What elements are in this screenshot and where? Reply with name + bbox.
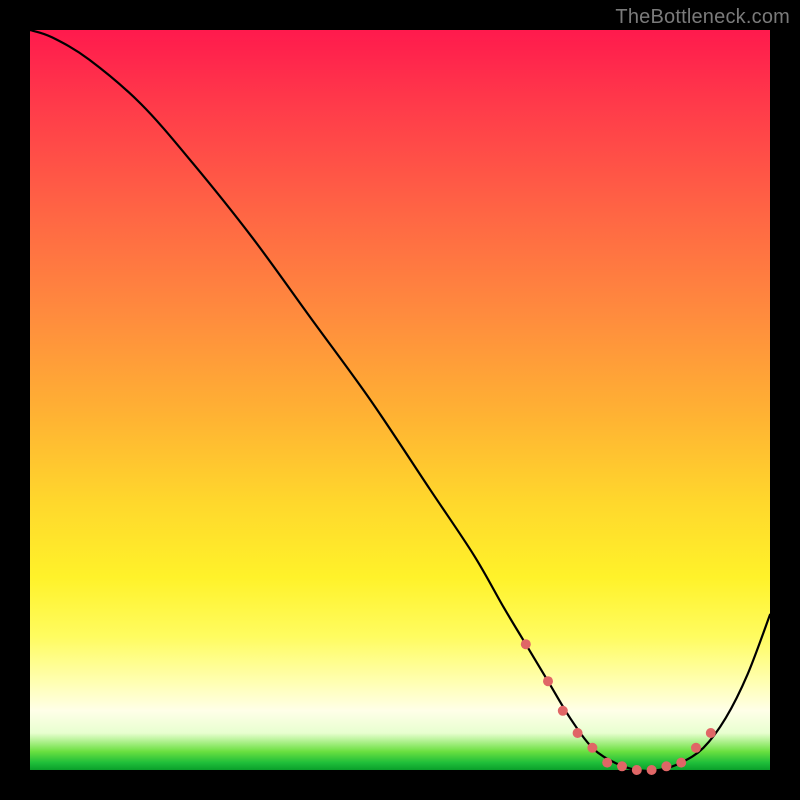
plot-area [30,30,770,770]
marker-dot [647,765,657,775]
marker-dot [558,706,568,716]
attribution-text: TheBottleneck.com [615,6,790,29]
bottleneck-curve [30,30,770,771]
marker-dot [587,743,597,753]
marker-dot [632,765,642,775]
marker-dot [676,758,686,768]
marker-dot [706,728,716,738]
marker-dot [521,639,531,649]
marker-dot [543,676,553,686]
marker-dot [602,758,612,768]
optimal-range-markers [521,639,716,775]
chart-svg [30,30,770,770]
chart-frame: TheBottleneck.com [0,0,800,800]
marker-dot [661,761,671,771]
marker-dot [691,743,701,753]
marker-dot [573,728,583,738]
marker-dot [617,761,627,771]
